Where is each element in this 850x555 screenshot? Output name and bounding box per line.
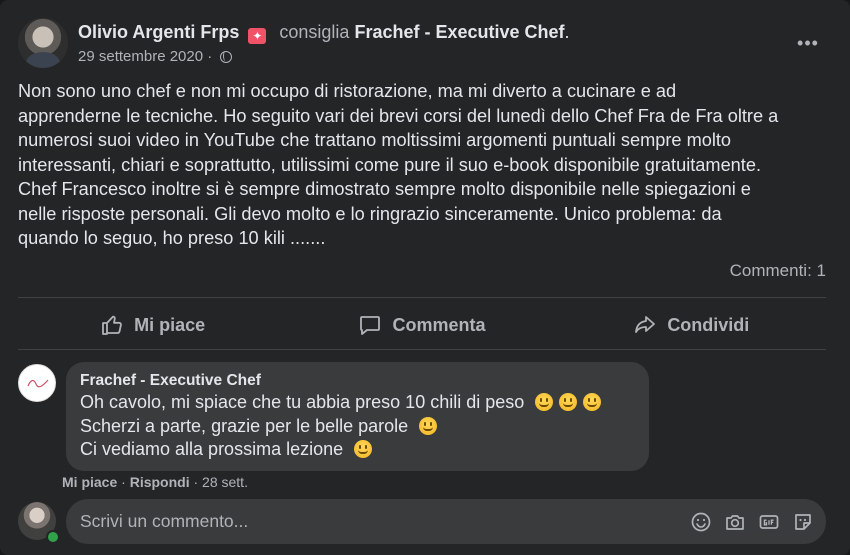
recommends-text: consiglia <box>279 22 350 42</box>
share-arrow-icon <box>635 316 656 333</box>
author-line: Olivio Argenti Frps ✦ consiglia Frachef … <box>78 22 570 44</box>
speech-bubble-icon <box>360 316 381 335</box>
grinning-face-icon <box>535 393 554 411</box>
page-avatar[interactable] <box>18 364 56 402</box>
comment-actions-separator: · <box>193 474 199 490</box>
share-button[interactable]: Condividi <box>557 304 826 346</box>
divider-top <box>18 297 826 298</box>
comment-line-3: Ci vediamo alla prossima lezione <box>80 438 635 462</box>
post-actions: Mi piace Commenta Condividi <box>18 304 826 346</box>
meta-separator: · <box>207 48 213 65</box>
comment-time[interactable]: 28 sett. <box>202 474 248 490</box>
smiling-face-icon <box>354 440 373 458</box>
post-date[interactable]: 29 settembre 2020 <box>78 48 203 65</box>
gif-icon[interactable] <box>758 511 780 533</box>
grinning-face-icon <box>559 393 578 411</box>
divider-bottom <box>18 349 826 350</box>
comment-line-1-text: Oh cavolo, mi spiace che tu abbia preso … <box>80 392 525 412</box>
comment-actions-separator: · <box>121 474 126 490</box>
author-name[interactable]: Olivio Argenti Frps <box>78 22 239 42</box>
like-label: Mi piace <box>134 314 206 335</box>
grinning-face-icon <box>583 393 602 411</box>
globe-icon <box>220 51 233 63</box>
author-avatar[interactable] <box>18 18 68 68</box>
more-options-button[interactable]: ••• <box>790 26 826 62</box>
comment-line-2-text: Scherzi a parte, grazie per le belle par… <box>80 415 409 436</box>
comment-line-1: Oh cavolo, mi spiace che tu abbia preso … <box>80 391 635 415</box>
comment-like-link[interactable]: Mi piace <box>62 474 117 490</box>
top-fan-badge-icon: ✦ <box>248 28 267 44</box>
thumbs-up-icon <box>102 315 122 335</box>
sticker-icon[interactable] <box>792 511 814 533</box>
page-suffix: . <box>564 22 570 42</box>
comment-actions: Mi piace · Rispondi · 28 sett. <box>62 474 248 490</box>
comment-line-2: Scherzi a parte, grazie per le belle par… <box>80 415 635 439</box>
comment-input[interactable]: Scrivi un commento... <box>66 499 826 544</box>
frachef-logo-icon <box>27 379 49 388</box>
post-meta: 29 settembre 2020 · <box>78 48 233 65</box>
smiling-face-icon <box>419 416 438 435</box>
comment-author[interactable]: Frachef - Executive Chef <box>80 371 635 391</box>
page-name[interactable]: Frachef - Executive Chef <box>354 22 564 42</box>
comment-count[interactable]: Commenti: 1 <box>730 261 826 281</box>
camera-icon[interactable] <box>724 511 746 533</box>
post-header: Olivio Argenti Frps ✦ consiglia Frachef … <box>18 18 832 72</box>
comment-bubble: Frachef - Executive Chef Oh cavolo, mi s… <box>66 362 649 471</box>
share-label: Condividi <box>667 314 750 335</box>
post-text: Non sono uno chef e non mi occupo di ris… <box>18 81 779 248</box>
comment-reply-link[interactable]: Rispondi <box>130 474 190 490</box>
comment-line-3-text: Ci vediamo alla prossima lezione <box>80 439 344 459</box>
comment-button[interactable]: Commenta <box>287 304 556 346</box>
comment-label: Commenta <box>392 314 486 335</box>
comment-composer: Scrivi un commento... <box>18 499 826 545</box>
comment-input-placeholder: Scrivi un commento... <box>80 511 249 531</box>
composer-tools <box>690 511 814 533</box>
like-button[interactable]: Mi piace <box>18 304 287 346</box>
online-status-icon <box>46 530 60 544</box>
emoji-icon[interactable] <box>690 511 712 533</box>
comment: Frachef - Executive Chef Oh cavolo, mi s… <box>18 362 826 472</box>
post-card: Olivio Argenti Frps ✦ consiglia Frachef … <box>0 0 850 555</box>
